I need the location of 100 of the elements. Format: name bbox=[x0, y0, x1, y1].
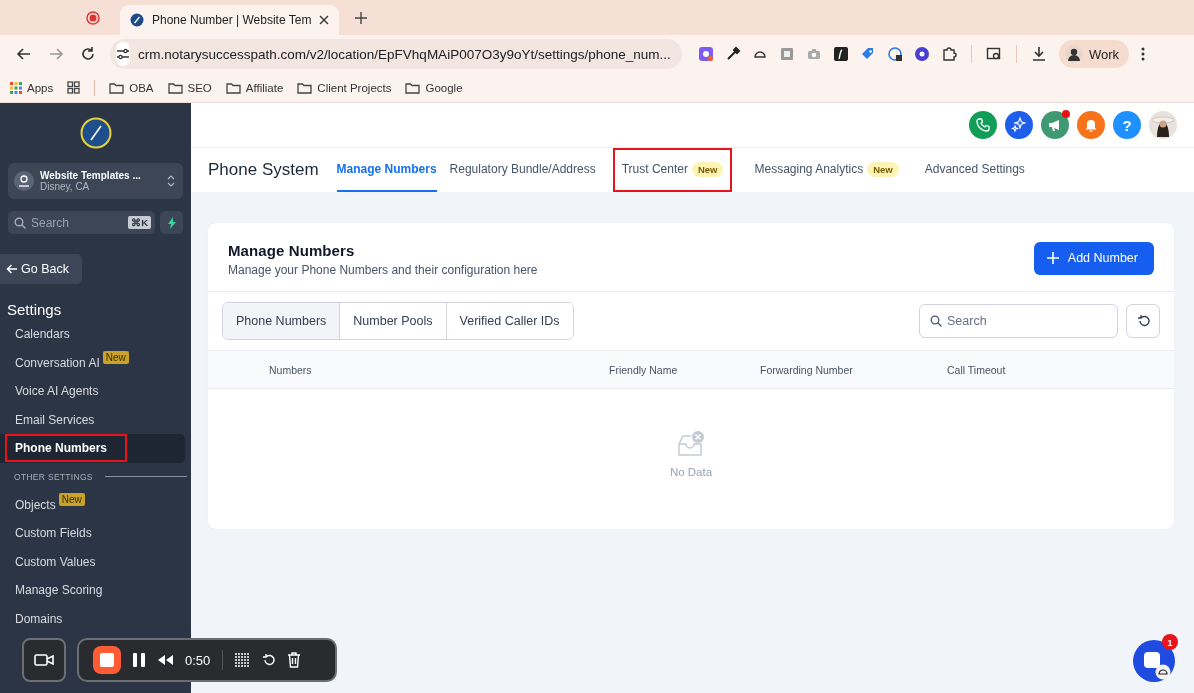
section-heading: Settings bbox=[7, 301, 63, 319]
sidebar-item[interactable]: Custom Values bbox=[5, 547, 106, 576]
avatar-icon bbox=[1065, 45, 1083, 63]
bookmark[interactable]: Apps bbox=[10, 81, 54, 94]
section-label: OTHER SETTINGS bbox=[14, 471, 93, 482]
bell-icon bbox=[1083, 117, 1099, 133]
tab-grid-icon[interactable] bbox=[67, 81, 81, 94]
quick-action-button[interactable] bbox=[160, 211, 183, 234]
chevron-updown-icon bbox=[167, 174, 175, 188]
column-header: Forwarding Number bbox=[760, 363, 854, 376]
new-badge: New bbox=[102, 350, 129, 364]
gear-icon[interactable] bbox=[698, 46, 714, 62]
folder-icon bbox=[405, 81, 421, 94]
address-bar[interactable]: crm.notarysuccesspath.com/v2/location/EpFVhqMAiP007O3y9oYt/settings/phone_num... bbox=[110, 39, 682, 69]
folder-icon bbox=[167, 81, 183, 94]
menu-icon[interactable] bbox=[1141, 46, 1146, 62]
bell-button[interactable] bbox=[1077, 111, 1105, 139]
column-header: Friendly Name bbox=[609, 363, 679, 376]
search-field[interactable]: Search ⌘K bbox=[8, 211, 155, 234]
download-icon[interactable] bbox=[1031, 46, 1047, 62]
add-number-button[interactable]: Add Number bbox=[1033, 241, 1154, 275]
sidebar-item[interactable]: Manage Scoring bbox=[5, 576, 113, 605]
search-field[interactable]: Search bbox=[919, 304, 1118, 338]
segment-tab[interactable]: Phone Numbers bbox=[223, 303, 340, 339]
apps-grid-icon[interactable] bbox=[10, 81, 22, 94]
search-icon bbox=[14, 216, 26, 229]
segment-tab[interactable]: Verified Caller IDs bbox=[445, 303, 573, 339]
new-badge: New bbox=[691, 161, 724, 177]
logo-icon bbox=[130, 13, 144, 27]
tab[interactable]: Messaging Analytics New bbox=[754, 148, 912, 192]
megaphone-button[interactable] bbox=[1041, 111, 1069, 139]
new-badge: New bbox=[867, 161, 899, 177]
sidebar-item[interactable]: Voice AI Agents bbox=[5, 377, 109, 406]
card-title: Manage Numbers bbox=[228, 241, 356, 259]
restart-icon[interactable] bbox=[261, 653, 276, 667]
sidebar-item[interactable]: Calendars bbox=[5, 320, 80, 349]
rewind-icon[interactable] bbox=[157, 655, 173, 665]
tab[interactable]: Regulatory Bundle/Address bbox=[449, 148, 609, 192]
stop-button[interactable] bbox=[93, 646, 121, 674]
avatar[interactable] bbox=[1149, 111, 1177, 139]
folder-icon bbox=[225, 81, 241, 94]
sparkle-button[interactable] bbox=[1005, 111, 1033, 139]
sidebar-item[interactable]: Phone Numbers bbox=[5, 434, 127, 463]
bookmark[interactable]: SEO bbox=[167, 81, 212, 94]
sidebar-item[interactable]: Domains bbox=[5, 604, 73, 633]
site-settings-icon[interactable] bbox=[116, 48, 130, 60]
stop-icon bbox=[100, 653, 114, 667]
column-header: Numbers bbox=[269, 363, 313, 376]
close-icon[interactable] bbox=[319, 15, 330, 25]
record-icon[interactable] bbox=[86, 10, 100, 25]
phone-icon bbox=[975, 117, 991, 133]
profile-button[interactable]: Work bbox=[1059, 40, 1130, 68]
go-back-button[interactable]: Go Back bbox=[0, 254, 82, 284]
phone-button[interactable] bbox=[969, 111, 997, 139]
page-title: Phone System bbox=[208, 160, 319, 180]
dot-grid-icon[interactable] bbox=[235, 653, 250, 667]
photo-icon[interactable] bbox=[779, 46, 795, 62]
arrow-left-icon bbox=[6, 264, 18, 274]
bookmark[interactable]: Affiliate bbox=[225, 81, 284, 94]
tab[interactable]: Advanced Settings bbox=[924, 148, 1038, 192]
bookmark[interactable]: Client Projects bbox=[297, 81, 392, 94]
puzzle-icon[interactable] bbox=[941, 46, 957, 62]
location-pin-icon bbox=[14, 171, 34, 191]
shortcut-key: ⌘K bbox=[128, 216, 151, 229]
empty-message: No Data bbox=[669, 466, 713, 478]
search-icon bbox=[930, 315, 942, 327]
video-camera-icon bbox=[34, 653, 54, 667]
sparkle-icon bbox=[1011, 117, 1027, 133]
tab[interactable]: Trust Center New bbox=[612, 148, 733, 192]
forward-icon[interactable] bbox=[48, 46, 64, 62]
refresh-button[interactable] bbox=[1126, 304, 1160, 338]
column-header: Call Timeout bbox=[947, 363, 1007, 376]
page-search-icon[interactable] bbox=[986, 46, 1002, 62]
sidebar-item[interactable]: Objects New bbox=[5, 490, 95, 519]
new-tab-icon[interactable] bbox=[355, 11, 368, 24]
folder-icon bbox=[109, 81, 125, 94]
camera-button[interactable] bbox=[22, 638, 66, 682]
reload-icon[interactable] bbox=[80, 46, 96, 62]
pause-icon[interactable] bbox=[133, 653, 145, 667]
new-badge: New bbox=[58, 492, 85, 506]
tab[interactable]: Manage Numbers bbox=[336, 148, 437, 192]
recording-time: 0:50 bbox=[185, 652, 211, 668]
back-icon[interactable] bbox=[16, 46, 32, 62]
refresh-icon bbox=[1136, 314, 1150, 328]
folder-icon bbox=[297, 81, 313, 94]
logo-icon[interactable] bbox=[79, 117, 112, 149]
browser-tab[interactable]: Phone Number | Website Tem bbox=[120, 5, 340, 35]
sidebar-item[interactable]: Email Services bbox=[5, 405, 105, 434]
account-name: Website Templates ... bbox=[40, 170, 142, 181]
account-switcher[interactable]: Website Templates ... Disney, CA bbox=[8, 163, 183, 199]
bolt-icon bbox=[166, 216, 177, 229]
plus-icon bbox=[1046, 252, 1059, 264]
card-subtitle: Manage your Phone Numbers and their configuration here bbox=[228, 262, 539, 277]
sidebar-item[interactable]: Custom Fields bbox=[5, 519, 102, 548]
tag-icon[interactable] bbox=[860, 46, 876, 62]
sidebar-item[interactable]: Conversation AI New bbox=[5, 348, 139, 377]
trash-icon[interactable] bbox=[287, 652, 302, 668]
account-location: Disney, CA bbox=[40, 181, 90, 192]
bookmark[interactable]: Google bbox=[405, 81, 463, 94]
bookmark[interactable]: OBA bbox=[109, 81, 154, 94]
